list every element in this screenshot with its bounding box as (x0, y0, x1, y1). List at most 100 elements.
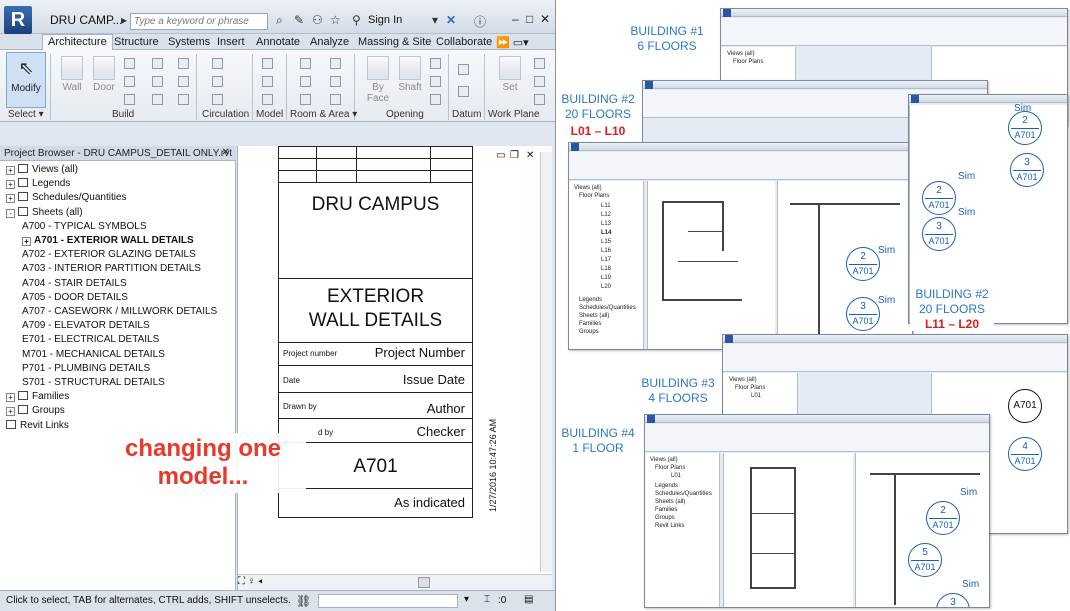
revit-logo-button[interactable]: R (4, 6, 32, 34)
sheet-item[interactable]: P701 - PLUMBING DETAILS (22, 363, 150, 374)
tree-node[interactable]: + Families (6, 391, 69, 403)
ramp-icon[interactable] (212, 76, 223, 87)
tree-node[interactable]: - Sheets (all) (6, 206, 83, 218)
tree-node[interactable]: + Views (all) (6, 164, 78, 175)
area-icon[interactable] (330, 58, 341, 69)
sim-label: Sim (960, 487, 978, 498)
component-icon[interactable] (124, 76, 135, 87)
roof-icon[interactable] (152, 58, 163, 69)
tab-systems[interactable]: Systems (168, 36, 210, 48)
maximize-button[interactable]: □ (526, 12, 533, 26)
show-icon[interactable] (534, 58, 545, 69)
filter-icon[interactable]: ⌶ (484, 594, 490, 605)
chevron-right-icon[interactable]: ▸ (121, 13, 127, 27)
floor-icon[interactable] (152, 94, 163, 105)
model-group-icon[interactable] (262, 94, 273, 105)
sheet-item[interactable]: A707 - CASEWORK / MILLWORK DETAILS (22, 306, 217, 317)
binoculars-icon[interactable]: ⌕ (276, 13, 283, 28)
panel-room-area[interactable]: Room & Area ▾ (290, 109, 357, 120)
expand-icon[interactable]: + (6, 180, 15, 190)
column-icon[interactable] (124, 94, 135, 105)
tree-node[interactable]: + Schedules/Quantities (6, 192, 127, 204)
collapse-icon[interactable]: - (6, 208, 15, 218)
design-option-select[interactable] (318, 594, 458, 608)
view-minimize-button[interactable]: ▭ (496, 150, 505, 161)
curtain-system-icon[interactable] (178, 58, 189, 69)
sheet-item[interactable]: M701 - MECHANICAL DETAILS (22, 349, 165, 360)
expand-icon[interactable]: + (6, 166, 15, 175)
dropdown-icon[interactable]: ▾ (432, 13, 438, 27)
communication-icon[interactable]: ⚇ (312, 13, 323, 27)
tree-node[interactable]: + Legends (6, 178, 70, 190)
tab-massing-site[interactable]: Massing & Site (358, 36, 431, 48)
ceiling-icon[interactable] (152, 76, 163, 87)
sheet-item[interactable]: A705 - DOOR DETAILS (22, 292, 128, 303)
expand-icon[interactable]: + (22, 237, 31, 246)
favorites-icon[interactable]: ☆ (330, 13, 341, 27)
vertical-opening-icon[interactable] (430, 76, 441, 87)
tree-node[interactable]: + Groups (6, 405, 65, 417)
properties-icon[interactable]: ▤ (524, 594, 533, 605)
tree-node[interactable]: Revit Links (6, 419, 69, 431)
area-boundary-icon[interactable] (330, 76, 341, 87)
sign-in-button[interactable]: Sign In (368, 14, 402, 26)
set-button[interactable]: Set (490, 52, 530, 108)
sheet-item[interactable]: A702 - EXTERIOR GLAZING DETAILS (22, 249, 196, 260)
subscription-icon[interactable]: ✎ (294, 13, 304, 27)
tab-overflow-icon[interactable]: ⏩ ▭▾ (496, 36, 529, 49)
view-restore-button[interactable]: ❐ (510, 150, 519, 161)
sheet-item[interactable]: E701 - ELECTRICAL DETAILS (22, 334, 159, 345)
sheet-item[interactable]: + A701 - EXTERIOR WALL DETAILS (22, 235, 194, 246)
sheet-view[interactable]: DRU CAMPUS EXTERIOR WALL DETAILS Project… (237, 146, 552, 591)
sheet-item[interactable]: A703 - INTERIOR PARTITION DETAILS (22, 263, 201, 274)
vertical-scrollbar[interactable] (540, 152, 552, 572)
building-4-window[interactable]: Views (all) Floor Plans L01 Legends Sche… (644, 414, 990, 608)
curtain-grid-icon[interactable] (178, 76, 189, 87)
viewer-icon[interactable] (534, 94, 545, 105)
railing-icon[interactable] (212, 58, 223, 69)
tag-room-icon[interactable] (300, 94, 311, 105)
model-line-icon[interactable] (262, 76, 273, 87)
sheet-item[interactable]: S701 - STRUCTURAL DETAILS (22, 377, 165, 388)
tab-architecture[interactable]: Architecture (42, 34, 113, 51)
shaft-button[interactable]: Shaft (390, 52, 430, 108)
sheet-item[interactable]: A700 - TYPICAL SYMBOLS (22, 221, 147, 232)
tab-structure[interactable]: Structure (114, 36, 159, 48)
tab-collaborate[interactable]: Collaborate (436, 36, 492, 48)
expand-icon[interactable]: + (6, 194, 15, 204)
room-icon[interactable] (300, 58, 311, 69)
stair-icon[interactable] (212, 94, 223, 105)
building-2-window-front[interactable]: Views (all) Floor Plans L11 L12 L13 L14 … (568, 142, 913, 350)
expand-icon[interactable]: + (6, 393, 15, 403)
close-button[interactable]: ✕ (540, 12, 550, 26)
room-separator-icon[interactable] (300, 76, 311, 87)
dormer-icon[interactable] (430, 94, 441, 105)
dropdown-icon[interactable]: ▾ (464, 594, 469, 605)
worksets-icon[interactable]: ⛓ (296, 594, 311, 608)
minimize-button[interactable]: – (512, 12, 519, 26)
help-icon[interactable]: ⓘ (474, 13, 486, 30)
tab-insert[interactable]: Insert (217, 36, 245, 48)
door-button[interactable]: Door (84, 52, 124, 108)
close-icon[interactable]: ✕ (222, 147, 230, 158)
window-icon[interactable] (124, 58, 135, 69)
view-close-button[interactable]: ✕ (526, 150, 534, 161)
grid-icon[interactable] (458, 86, 469, 97)
level-icon[interactable] (458, 64, 469, 75)
modify-button[interactable]: ⇖ Modify (6, 52, 46, 108)
view-control-icons[interactable]: ⛶ ♀ ◂ (238, 576, 263, 587)
wall-opening-icon[interactable] (430, 58, 441, 69)
model-text-icon[interactable] (262, 58, 273, 69)
sheet-item[interactable]: A709 - ELEVATOR DETAILS (22, 320, 150, 331)
scroll-thumb[interactable] (418, 577, 430, 588)
tab-analyze[interactable]: Analyze (310, 36, 349, 48)
mullion-icon[interactable] (178, 94, 189, 105)
expand-icon[interactable]: + (6, 407, 15, 417)
ref-plane-icon[interactable] (534, 76, 545, 87)
sheet-item[interactable]: A704 - STAIR DETAILS (22, 278, 127, 289)
panel-select[interactable]: Select ▾ (8, 109, 44, 120)
search-input[interactable]: Type a keyword or phrase (130, 13, 268, 30)
tab-annotate[interactable]: Annotate (256, 36, 300, 48)
tag-area-icon[interactable] (330, 94, 341, 105)
exchange-apps-icon[interactable]: ✕ (446, 13, 456, 27)
